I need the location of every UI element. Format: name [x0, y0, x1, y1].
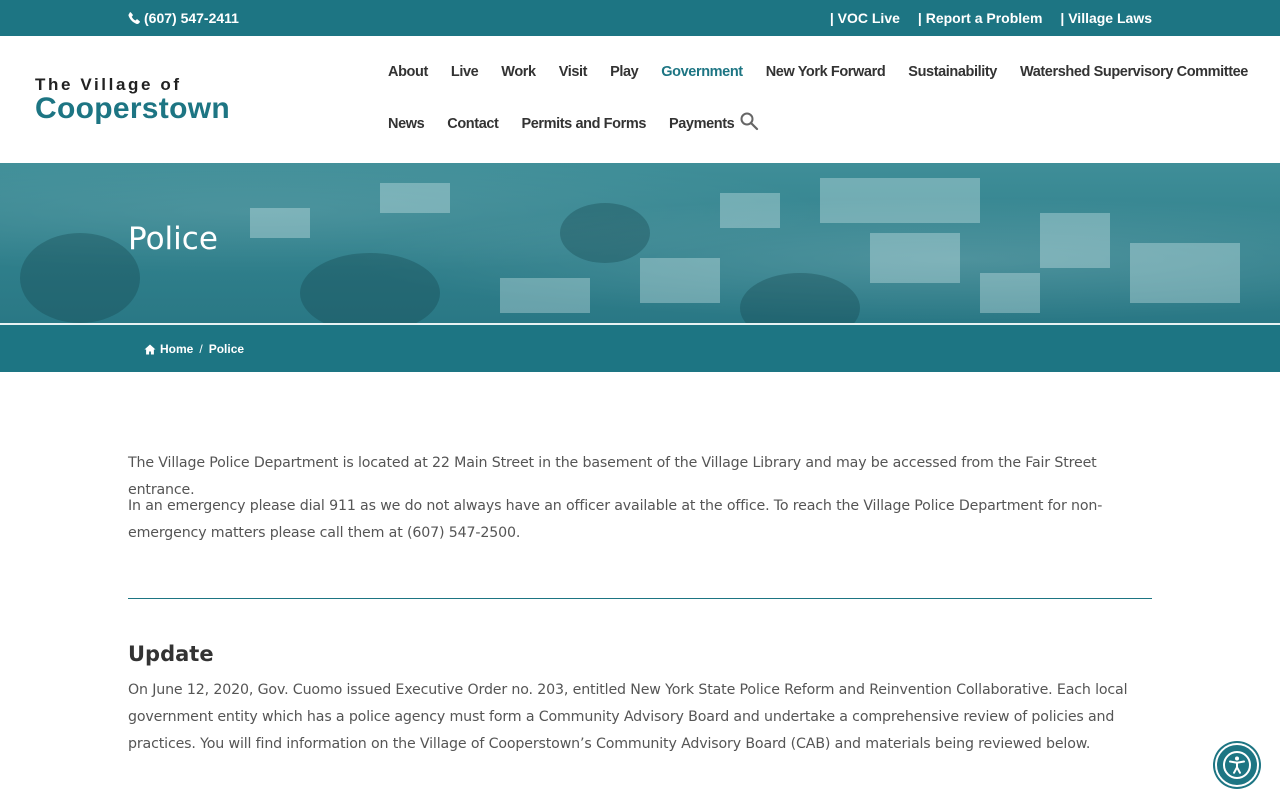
phone-icon — [128, 12, 140, 25]
nav-play[interactable]: Play — [610, 64, 639, 80]
breadcrumb-bar: Home / Police — [0, 325, 1280, 372]
nav-row-1: About Live Work Visit Play Government Ne… — [388, 64, 1248, 80]
content-divider — [128, 598, 1152, 599]
page-title: Police — [128, 221, 218, 257]
breadcrumb: Home / Police — [144, 342, 244, 356]
home-icon — [144, 344, 156, 354]
nav-payments[interactable]: Payments — [669, 116, 735, 132]
search-icon[interactable] — [739, 111, 759, 131]
nav-live[interactable]: Live — [451, 64, 479, 80]
hero-banner: Police — [0, 163, 1280, 323]
top-bar: (607) 547-2411 | VOC Live | Report a Pro… — [0, 0, 1280, 36]
top-links: | VOC Live | Report a Problem | Village … — [830, 10, 1152, 26]
nav-sustainability[interactable]: Sustainability — [908, 64, 997, 80]
nav-government[interactable]: Government — [661, 64, 743, 80]
phone-link[interactable]: (607) 547-2411 — [128, 10, 239, 26]
breadcrumb-home[interactable]: Home — [160, 342, 193, 356]
phone-number: (607) 547-2411 — [144, 10, 239, 26]
logo-line-2: Cooperstown — [35, 92, 230, 125]
site-header: The Village of Cooperstown About Live Wo… — [0, 36, 1280, 163]
site-logo[interactable]: The Village of Cooperstown — [35, 76, 230, 124]
nav-contact[interactable]: Contact — [447, 116, 499, 132]
emergency-paragraph: In an emergency please dial 911 as we do… — [128, 498, 1103, 541]
report-problem-link[interactable]: | Report a Problem — [918, 10, 1043, 26]
breadcrumb-separator: / — [199, 342, 203, 356]
village-laws-link[interactable]: | Village Laws — [1060, 10, 1152, 26]
voc-live-link[interactable]: | VOC Live — [830, 10, 900, 26]
nav-watershed[interactable]: Watershed Supervisory Committee — [1020, 64, 1248, 80]
nav-about[interactable]: About — [388, 64, 428, 80]
nav-work[interactable]: Work — [501, 64, 536, 80]
breadcrumb-current: Police — [208, 342, 245, 356]
nav-row-2: News Contact Permits and Forms Payments — [388, 116, 757, 132]
update-heading: Update — [128, 642, 214, 666]
update-paragraph: On June 12, 2020, Gov. Cuomo issued Exec… — [128, 682, 1128, 752]
nav-new-york-forward[interactable]: New York Forward — [766, 64, 886, 80]
nav-permits-forms[interactable]: Permits and Forms — [521, 116, 646, 132]
accessibility-icon — [1223, 751, 1251, 779]
accessibility-button[interactable] — [1215, 743, 1259, 787]
nav-visit[interactable]: Visit — [559, 64, 588, 80]
nav-news[interactable]: News — [388, 116, 425, 132]
